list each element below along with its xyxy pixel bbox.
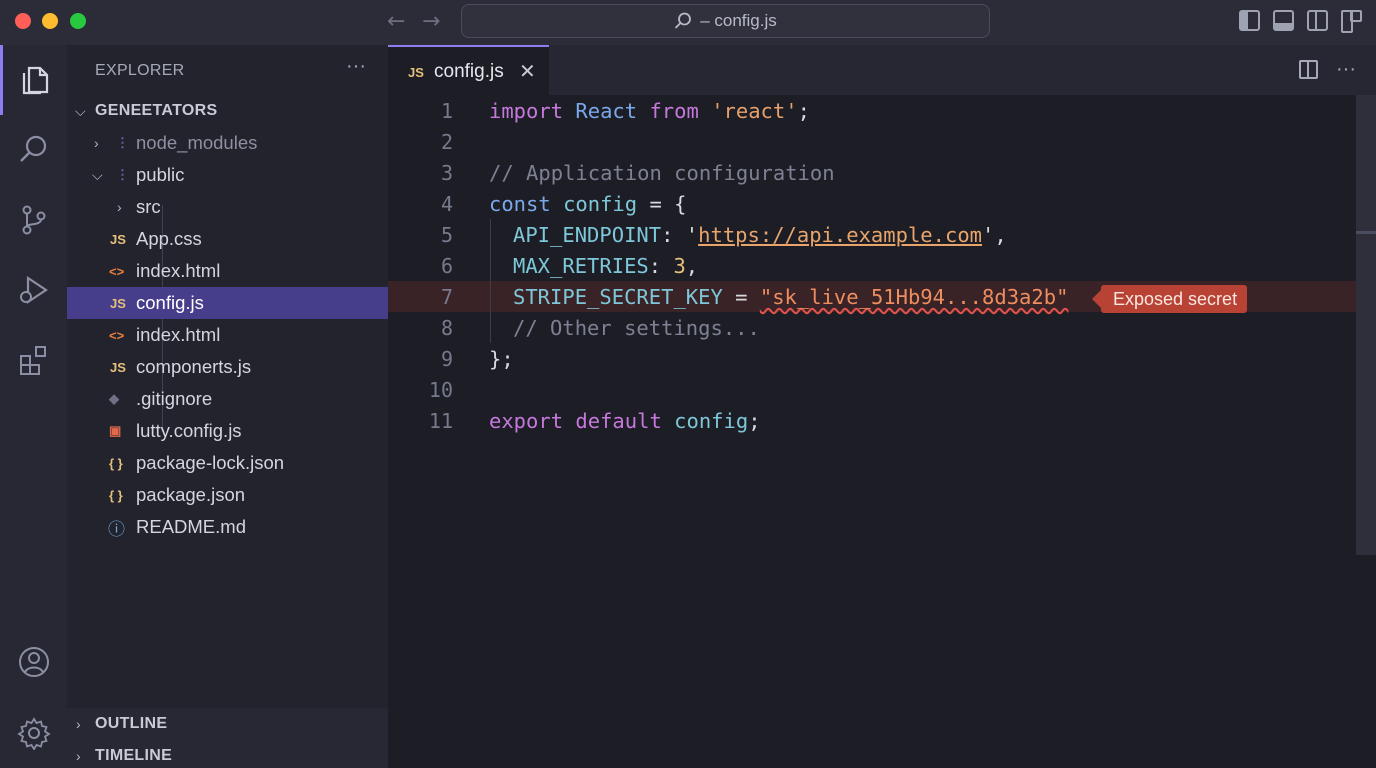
tree-item-package-lock-json[interactable]: { } package-lock.json [67,447,388,479]
tree-item-node-modules[interactable]: › ⋮ node_modules [67,127,388,159]
project-root[interactable]: ⌵ GENEETATORS [67,95,388,127]
git-file-icon: ◆ [109,391,119,406]
outline-section[interactable]: › OUTLINE [67,708,388,740]
customize-layout-icon[interactable] [1341,10,1362,33]
forward-arrow-icon[interactable]: → [422,9,440,34]
info-file-icon: ⓘ [108,519,125,539]
code-line-11: 11 export default config; [428,408,761,433]
search-icon [675,12,692,29]
explorer-icon[interactable] [0,45,67,115]
tree-item-public[interactable]: ⌵ ⋮ public [67,159,388,191]
settings-gear-icon[interactable] [0,698,67,768]
close-icon[interactable]: ✕ [519,59,536,83]
extensions-icon[interactable] [0,325,67,395]
scrollbar-error-marker [1356,231,1376,234]
js-file-icon: JS [110,295,126,311]
tab-config-js[interactable]: JS config.js ✕ [388,45,549,95]
code-line-10: 10 [428,377,453,402]
explorer-sidebar: EXPLORER ··· ⌵ GENEETATORS › ⋮ node_modu… [67,45,388,768]
tree-item-package-json[interactable]: { } package.json [67,479,388,511]
sidebar-bottom-sections: › OUTLINE › TIMELINE [67,708,388,768]
zoom-window-button[interactable] [70,13,86,29]
tree-item-gitignore[interactable]: ◆ .gitignore [67,383,388,415]
exposed-secret-diagnostic[interactable]: Exposed secret [1091,285,1248,313]
tree-item-config-js[interactable]: JS config.js [67,287,388,319]
js-file-icon: JS [110,231,126,247]
secret-string[interactable]: "sk_live_51Hb94...8d3a2b" [760,285,1069,309]
back-arrow-icon[interactable]: ← [387,9,405,34]
tree-item-index-html-2[interactable]: <> index.html [67,319,388,351]
chevron-down-icon: ⌵ [92,166,103,183]
activity-bar [0,45,67,768]
code-line-5: 5 API_ENDPOINT: 'https://api.example.com… [440,222,1007,247]
code-line-8: 8 // Other settings... [440,315,760,340]
timeline-section[interactable]: › TIMELINE [67,740,388,768]
json-file-icon: { } [109,487,123,503]
code-line-9: 9 }; [440,346,514,371]
js-file-icon: JS [408,65,424,80]
json-file-icon: { } [109,455,123,471]
tree-item-lutty-config-js[interactable]: ▣ lutty.config.js [67,415,388,447]
html-file-icon: <> [109,327,125,343]
close-window-button[interactable] [15,13,31,29]
tree-item-src[interactable]: › src [67,191,388,223]
editor-tab-bar: JS config.js ✕ ··· [388,45,1376,95]
config-file-icon: ▣ [109,423,122,438]
chevron-right-icon: › [94,135,99,151]
split-editor-icon[interactable] [1299,60,1319,79]
account-icon[interactable] [0,627,67,697]
source-control-icon[interactable] [0,185,67,255]
indent-guide [490,219,491,343]
js-file-icon: JS [110,359,126,375]
tree-item-componerts-js[interactable]: JS componerts.js [67,351,388,383]
code-line-3: 3 // Application configuration [440,160,835,185]
code-line-1: 1 import React from 'react'; [440,98,810,123]
search-icon[interactable] [0,115,67,185]
chevron-right-icon: › [76,716,81,732]
tree-item-index-html[interactable]: <> index.html [67,255,388,287]
chevron-right-icon: › [117,199,122,215]
chevron-down-icon: ⌵ [75,102,86,119]
explorer-more-actions[interactable]: ··· [346,55,366,78]
toggle-primary-sidebar-icon[interactable] [1239,10,1260,31]
code-line-4: 4 const config = { [440,191,687,216]
folder-icon: ⋮ [116,167,129,182]
tree-item-readme-md[interactable]: ⓘ README.md [67,511,388,543]
explorer-header: EXPLORER [95,62,185,79]
code-line-2: 2 [440,129,453,154]
chevron-right-icon: › [76,748,81,764]
editor-area: JS config.js ✕ ··· 1 import React from '… [388,45,1376,768]
command-center[interactable]: – config.js [461,4,990,38]
run-debug-icon[interactable] [0,255,67,325]
tree-item-app-css[interactable]: JS App.css [67,223,388,255]
more-actions-icon[interactable]: ··· [1336,58,1356,81]
title-bar: ← → – config.js [0,0,1376,45]
folder-icon: ⋮ [116,135,129,150]
command-center-label: – config.js [700,11,777,30]
toggle-panel-icon[interactable] [1273,10,1294,31]
minimize-window-button[interactable] [42,13,58,29]
toggle-secondary-sidebar-icon[interactable] [1307,10,1328,31]
tab-label: config.js [434,61,504,82]
html-file-icon: <> [109,263,125,279]
code-line-6: 6 MAX_RETRIES: 3, [440,253,699,278]
editor-scrollbar[interactable] [1356,95,1376,555]
